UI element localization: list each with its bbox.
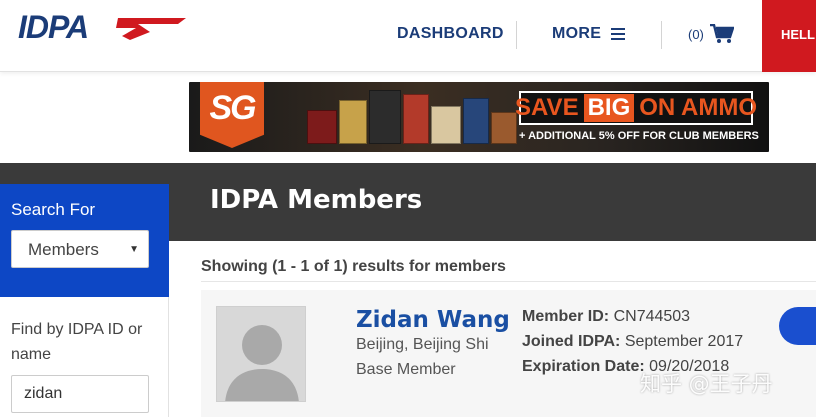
headline-save: SAVE (515, 94, 579, 121)
member-action-button[interactable] (779, 307, 816, 345)
account-menu-button[interactable]: HELL (762, 0, 816, 72)
person-placeholder-icon (225, 325, 299, 401)
top-navigation-bar: IDPA DASHBOARD MORE (0) HELL (0, 0, 816, 72)
member-id-row: Member ID: CN744503 (522, 308, 690, 326)
member-id-value: CN744503 (613, 308, 691, 325)
nav-divider (516, 21, 517, 49)
member-location: Beijing, Beijing Shi (356, 336, 489, 353)
headline-on-ammo: ON AMMO (639, 94, 758, 121)
member-avatar (216, 306, 306, 402)
results-divider (201, 281, 816, 282)
shopping-cart-icon (709, 24, 734, 43)
member-id-label: Member ID: (522, 308, 610, 325)
ammo-boxes-image (301, 86, 521, 148)
ammo-ad-banner[interactable]: SG SAVE BIG ON AMMO + ADDITIONAL 5% OFF … (189, 82, 769, 152)
idpa-logo[interactable]: IDPA (18, 10, 188, 44)
search-for-panel: Search For Members ▼ (0, 184, 169, 297)
cart-count: (0) (688, 26, 704, 42)
hamburger-menu-icon (611, 28, 626, 40)
search-sidebar: Search For Members ▼ Find by IDPA ID or … (0, 184, 169, 417)
member-name-link[interactable]: Zidan Wang (356, 307, 510, 333)
cart-link[interactable]: (0) (688, 24, 734, 44)
search-type-value: Members (28, 240, 99, 259)
joined-label: Joined IDPA: (522, 333, 621, 350)
search-input[interactable] (11, 375, 149, 413)
results-summary: Showing (1 - 1 of 1) results for members (201, 258, 506, 275)
svg-text:IDPA: IDPA (18, 10, 88, 44)
ad-subline: + ADDITIONAL 5% OFF FOR CLUB MEMBERS (519, 130, 759, 142)
page-title: IDPA Members (210, 185, 423, 215)
joined-value: September 2017 (624, 333, 744, 350)
joined-row: Joined IDPA: September 2017 (522, 333, 743, 351)
find-by-id-label: Find by IDPA ID or name (11, 321, 143, 363)
dropdown-caret-icon: ▼ (129, 244, 139, 255)
nav-more-label: MORE (552, 25, 602, 42)
nav-more[interactable]: MORE (552, 25, 626, 43)
watermark: 知乎 @王子丹 (640, 372, 773, 396)
sg-logo-badge: SG (200, 82, 264, 148)
nav-dashboard[interactable]: DASHBOARD (397, 25, 504, 43)
headline-big: BIG (583, 94, 635, 122)
member-type: Base Member (356, 361, 456, 378)
search-for-label: Search For (11, 200, 96, 219)
expiration-label: Expiration Date: (522, 358, 645, 375)
nav-divider (661, 21, 662, 49)
search-type-select[interactable]: Members ▼ (11, 230, 149, 268)
save-big-headline: SAVE BIG ON AMMO (515, 91, 757, 125)
